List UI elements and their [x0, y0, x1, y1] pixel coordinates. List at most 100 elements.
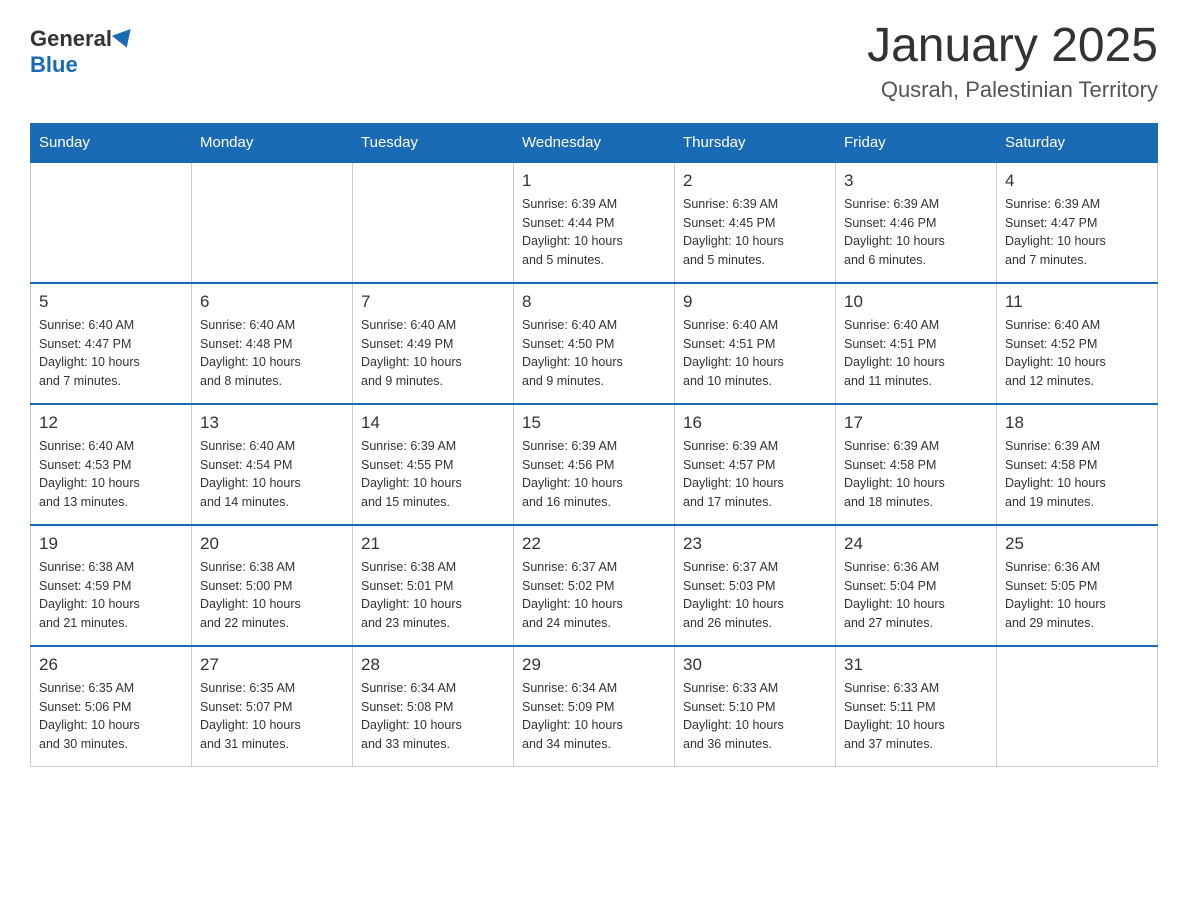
calendar-cell: 26Sunrise: 6:35 AMSunset: 5:06 PMDayligh…	[31, 646, 192, 767]
day-info: Sunrise: 6:38 AMSunset: 5:00 PMDaylight:…	[200, 558, 344, 633]
day-number: 4	[1005, 171, 1149, 191]
calendar-cell: 30 Sunrise: 6:33 AMSunset: 5:10 PMDayligh…	[675, 646, 836, 767]
calendar-cell: 31 Sunrise: 6:33 AMSunset: 5:11 PMDayligh…	[836, 646, 997, 767]
week-row-5: 26Sunrise: 6:35 AMSunset: 5:06 PMDayligh…	[31, 646, 1158, 767]
header-day-wednesday: Wednesday	[514, 123, 675, 162]
calendar-cell: 25 Sunrise: 6:36 AMSunset: 5:05 PMDayligh…	[997, 525, 1158, 646]
day-number: 22	[522, 534, 666, 554]
day-info: Sunrise: 6:34 AMSunset: 5:08 PMDaylight:…	[361, 679, 505, 754]
calendar-cell: 10Sunrise: 6:40 AMSunset: 4:51 PMDayligh…	[836, 283, 997, 404]
calendar-cell: 11 Sunrise: 6:40 AMSunset: 4:52 PMDayligh…	[997, 283, 1158, 404]
day-info: Sunrise: 6:39 AMSunset: 4:58 PMDaylight:…	[1005, 437, 1149, 512]
day-info: Sunrise: 6:39 AMSunset: 4:58 PMDaylight:…	[844, 437, 988, 512]
calendar-cell: 6 Sunrise: 6:40 AMSunset: 4:48 PMDaylight…	[192, 283, 353, 404]
day-number: 17	[844, 413, 988, 433]
day-info: Sunrise: 6:39 AMSunset: 4:46 PMDaylight:…	[844, 195, 988, 270]
day-info: Sunrise: 6:39 AMSunset: 4:44 PMDaylight:…	[522, 195, 666, 270]
header-day-saturday: Saturday	[997, 123, 1158, 162]
calendar-header-row: SundayMondayTuesdayWednesdayThursdayFrid…	[31, 123, 1158, 162]
day-number: 13	[200, 413, 344, 433]
calendar-cell	[192, 162, 353, 283]
calendar-cell: 28Sunrise: 6:34 AMSunset: 5:08 PMDayligh…	[353, 646, 514, 767]
day-number: 23	[683, 534, 827, 554]
day-number: 29	[522, 655, 666, 675]
day-number: 27	[200, 655, 344, 675]
day-info: Sunrise: 6:38 AMSunset: 4:59 PMDaylight:…	[39, 558, 183, 633]
calendar-cell: 18Sunrise: 6:39 AMSunset: 4:58 PMDayligh…	[997, 404, 1158, 525]
day-number: 3	[844, 171, 988, 191]
day-info: Sunrise: 6:33 AMSunset: 5:10 PMDaylight:…	[683, 679, 827, 754]
logo-text: General Blue	[30, 26, 134, 78]
calendar-title: January 2025	[867, 20, 1158, 73]
calendar-cell: 1 Sunrise: 6:39 AMSunset: 4:44 PMDaylight…	[514, 162, 675, 283]
calendar-cell: 4 Sunrise: 6:39 AMSunset: 4:47 PMDaylight…	[997, 162, 1158, 283]
day-number: 6	[200, 292, 344, 312]
day-number: 2	[683, 171, 827, 191]
week-row-4: 19 Sunrise: 6:38 AMSunset: 4:59 PMDayligh…	[31, 525, 1158, 646]
header-day-tuesday: Tuesday	[353, 123, 514, 162]
day-number: 19	[39, 534, 183, 554]
day-number: 24	[844, 534, 988, 554]
calendar-cell: 7Sunrise: 6:40 AMSunset: 4:49 PMDaylight…	[353, 283, 514, 404]
calendar-cell: 17 Sunrise: 6:39 AMSunset: 4:58 PMDayligh…	[836, 404, 997, 525]
calendar-cell: 9 Sunrise: 6:40 AMSunset: 4:51 PMDaylight…	[675, 283, 836, 404]
calendar-table: SundayMondayTuesdayWednesdayThursdayFrid…	[30, 123, 1158, 767]
day-info: Sunrise: 6:40 AMSunset: 4:51 PMDaylight:…	[683, 316, 827, 391]
day-info: Sunrise: 6:34 AMSunset: 5:09 PMDaylight:…	[522, 679, 666, 754]
day-number: 10	[844, 292, 988, 312]
calendar-cell	[997, 646, 1158, 767]
calendar-cell: 2 Sunrise: 6:39 AMSunset: 4:45 PMDaylight…	[675, 162, 836, 283]
calendar-cell: 21 Sunrise: 6:38 AMSunset: 5:01 PMDayligh…	[353, 525, 514, 646]
day-number: 20	[200, 534, 344, 554]
calendar-cell: 19 Sunrise: 6:38 AMSunset: 4:59 PMDayligh…	[31, 525, 192, 646]
day-info: Sunrise: 6:40 AMSunset: 4:53 PMDaylight:…	[39, 437, 183, 512]
day-number: 31	[844, 655, 988, 675]
day-info: Sunrise: 6:36 AMSunset: 5:05 PMDaylight:…	[1005, 558, 1149, 633]
day-info: Sunrise: 6:37 AMSunset: 5:02 PMDaylight:…	[522, 558, 666, 633]
calendar-cell: 23 Sunrise: 6:37 AMSunset: 5:03 PMDayligh…	[675, 525, 836, 646]
day-number: 30	[683, 655, 827, 675]
calendar-cell	[31, 162, 192, 283]
logo: General Blue	[30, 20, 134, 78]
day-info: Sunrise: 6:37 AMSunset: 5:03 PMDaylight:…	[683, 558, 827, 633]
week-row-3: 12 Sunrise: 6:40 AMSunset: 4:53 PMDayligh…	[31, 404, 1158, 525]
day-info: Sunrise: 6:40 AMSunset: 4:52 PMDaylight:…	[1005, 316, 1149, 391]
day-number: 9	[683, 292, 827, 312]
day-number: 1	[522, 171, 666, 191]
calendar-cell: 29 Sunrise: 6:34 AMSunset: 5:09 PMDayligh…	[514, 646, 675, 767]
calendar-cell: 14 Sunrise: 6:39 AMSunset: 4:55 PMDayligh…	[353, 404, 514, 525]
day-info: Sunrise: 6:40 AMSunset: 4:48 PMDaylight:…	[200, 316, 344, 391]
day-number: 21	[361, 534, 505, 554]
day-number: 16	[683, 413, 827, 433]
day-info: Sunrise: 6:40 AMSunset: 4:47 PMDaylight:…	[39, 316, 183, 391]
header-day-friday: Friday	[836, 123, 997, 162]
logo-general: General	[30, 26, 112, 51]
day-info: Sunrise: 6:39 AMSunset: 4:47 PMDaylight:…	[1005, 195, 1149, 270]
day-info: Sunrise: 6:39 AMSunset: 4:45 PMDaylight:…	[683, 195, 827, 270]
day-info: Sunrise: 6:38 AMSunset: 5:01 PMDaylight:…	[361, 558, 505, 633]
day-number: 15	[522, 413, 666, 433]
calendar-cell: 16 Sunrise: 6:39 AMSunset: 4:57 PMDayligh…	[675, 404, 836, 525]
header: General Blue January 2025 Qusrah, Palest…	[30, 20, 1158, 103]
calendar-cell: 3 Sunrise: 6:39 AMSunset: 4:46 PMDaylight…	[836, 162, 997, 283]
calendar-cell: 15 Sunrise: 6:39 AMSunset: 4:56 PMDayligh…	[514, 404, 675, 525]
calendar-cell: 27 Sunrise: 6:35 AMSunset: 5:07 PMDayligh…	[192, 646, 353, 767]
header-day-sunday: Sunday	[31, 123, 192, 162]
day-info: Sunrise: 6:35 AMSunset: 5:06 PMDaylight:…	[39, 679, 183, 754]
day-info: Sunrise: 6:39 AMSunset: 4:55 PMDaylight:…	[361, 437, 505, 512]
logo-blue: Blue	[30, 52, 78, 77]
day-info: Sunrise: 6:40 AMSunset: 4:50 PMDaylight:…	[522, 316, 666, 391]
day-info: Sunrise: 6:40 AMSunset: 4:49 PMDaylight:…	[361, 316, 505, 391]
day-info: Sunrise: 6:39 AMSunset: 4:57 PMDaylight:…	[683, 437, 827, 512]
day-info: Sunrise: 6:33 AMSunset: 5:11 PMDaylight:…	[844, 679, 988, 754]
day-info: Sunrise: 6:35 AMSunset: 5:07 PMDaylight:…	[200, 679, 344, 754]
day-number: 12	[39, 413, 183, 433]
day-info: Sunrise: 6:39 AMSunset: 4:56 PMDaylight:…	[522, 437, 666, 512]
day-info: Sunrise: 6:36 AMSunset: 5:04 PMDaylight:…	[844, 558, 988, 633]
day-number: 5	[39, 292, 183, 312]
day-number: 25	[1005, 534, 1149, 554]
day-number: 11	[1005, 292, 1149, 312]
day-number: 14	[361, 413, 505, 433]
day-info: Sunrise: 6:40 AMSunset: 4:54 PMDaylight:…	[200, 437, 344, 512]
calendar-cell: 12 Sunrise: 6:40 AMSunset: 4:53 PMDayligh…	[31, 404, 192, 525]
